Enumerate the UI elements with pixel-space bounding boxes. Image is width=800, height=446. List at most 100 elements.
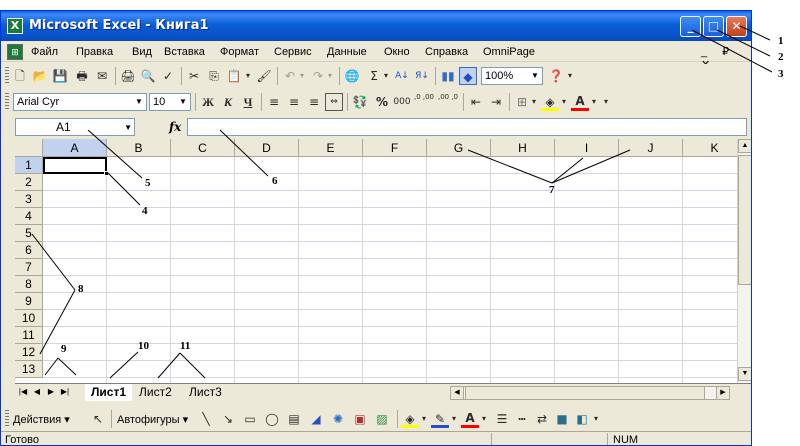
- chevron-down-icon[interactable]: ▼: [177, 95, 189, 109]
- workbook-icon[interactable]: ⊞: [7, 44, 23, 60]
- redo-dropdown-icon[interactable]: ▾: [325, 67, 335, 85]
- row-header[interactable]: 2: [15, 174, 43, 191]
- autoshapes-menu[interactable]: Автофигуры ▾: [117, 413, 188, 426]
- font-color-icon[interactable]: A: [461, 410, 479, 428]
- last-sheet-icon[interactable]: ▶|: [59, 387, 71, 396]
- column-header[interactable]: G: [427, 139, 491, 157]
- wordart-icon[interactable]: ◢: [307, 410, 325, 428]
- save-icon[interactable]: 💾: [51, 67, 69, 85]
- help-icon[interactable]: ❓: [547, 67, 565, 85]
- name-box[interactable]: A1 ▼: [15, 118, 135, 136]
- font-name-select[interactable]: Arial Cyr ▼: [13, 93, 147, 111]
- sheet-tab-3[interactable]: Лист3: [183, 384, 228, 401]
- row-header[interactable]: 13: [15, 361, 43, 378]
- merge-center-icon[interactable]: ⇔: [325, 93, 343, 111]
- row-header[interactable]: 8: [15, 276, 43, 293]
- print-preview-icon[interactable]: 🔍: [139, 67, 157, 85]
- column-header[interactable]: E: [299, 139, 363, 157]
- drawing-icon[interactable]: ◆: [459, 67, 477, 85]
- row-header[interactable]: 3: [15, 191, 43, 208]
- row-header[interactable]: 1: [15, 157, 43, 174]
- align-right-icon[interactable]: ≡: [305, 93, 323, 111]
- title-bar[interactable]: X Microsoft Excel - Книга1 _ □ ✕: [1, 11, 751, 41]
- font-color-dropdown-icon[interactable]: ▾: [479, 410, 489, 428]
- excel-app-icon[interactable]: X: [7, 18, 23, 34]
- permission-icon[interactable]: 🖶: [73, 67, 91, 85]
- active-cell[interactable]: [43, 157, 107, 174]
- thousands-button[interactable]: 000: [393, 93, 411, 111]
- insert-function-icon[interactable]: fx: [169, 120, 181, 134]
- dash-style-icon[interactable]: ┅: [513, 410, 531, 428]
- chevron-down-icon[interactable]: ▼: [529, 69, 541, 83]
- menu-window[interactable]: Окно: [384, 46, 410, 58]
- line-color-icon[interactable]: ✎: [431, 410, 449, 428]
- arrow-icon[interactable]: ↘: [219, 410, 237, 428]
- bold-button[interactable]: Ж: [199, 93, 217, 111]
- horizontal-scroll-thumb[interactable]: [465, 387, 705, 399]
- menu-insert[interactable]: Вставка: [164, 46, 205, 58]
- column-header[interactable]: F: [363, 139, 427, 157]
- column-header[interactable]: I: [555, 139, 619, 157]
- horizontal-scrollbar[interactable]: ◀ ▶: [450, 386, 730, 400]
- maximize-button[interactable]: □: [703, 16, 724, 37]
- row-header[interactable]: 10: [15, 310, 43, 327]
- row-header[interactable]: 5: [15, 225, 43, 242]
- sort-descending-icon[interactable]: Я↓: [413, 67, 431, 85]
- column-header[interactable]: K: [683, 139, 737, 157]
- cut-icon[interactable]: ✂: [185, 67, 203, 85]
- menu-format[interactable]: Формат: [220, 46, 259, 58]
- sort-ascending-icon[interactable]: А↓: [393, 67, 411, 85]
- scroll-left-icon[interactable]: ◀: [450, 386, 464, 400]
- toolbar-grip[interactable]: [5, 93, 9, 111]
- menu-file[interactable]: Файл: [31, 46, 58, 58]
- row-header[interactable]: 6: [15, 242, 43, 259]
- line-style-icon[interactable]: ☰: [493, 410, 511, 428]
- prev-sheet-icon[interactable]: ◀: [31, 387, 43, 396]
- toolbar-options-icon[interactable]: ▾: [591, 410, 601, 428]
- next-sheet-icon[interactable]: ▶: [45, 387, 57, 396]
- clipart-icon[interactable]: ▣: [351, 410, 369, 428]
- fill-handle[interactable]: [104, 171, 109, 176]
- borders-dropdown-icon[interactable]: ▾: [529, 93, 539, 111]
- shadow-style-icon[interactable]: ■: [553, 410, 571, 428]
- menu-omnipage[interactable]: OmniPage: [483, 46, 535, 58]
- copy-icon[interactable]: ⎘: [205, 67, 223, 85]
- row-header[interactable]: 12: [15, 344, 43, 361]
- menu-edit[interactable]: Правка: [76, 46, 113, 58]
- font-color-dropdown-icon[interactable]: ▾: [589, 93, 599, 111]
- fill-color-icon[interactable]: ◈: [401, 410, 419, 428]
- draw-actions-menu[interactable]: Действия ▾: [13, 413, 70, 426]
- decrease-decimal-button[interactable]: ,00 ‚0: [437, 93, 459, 111]
- vertical-scrollbar[interactable]: ▲ ▼: [737, 139, 751, 383]
- row-header[interactable]: 11: [15, 327, 43, 344]
- hyperlink-icon[interactable]: 🌐: [343, 67, 361, 85]
- decrease-indent-icon[interactable]: ⇤: [467, 93, 485, 111]
- autosum-dropdown-icon[interactable]: ▾: [381, 67, 391, 85]
- align-left-icon[interactable]: ≡: [265, 93, 283, 111]
- menu-help[interactable]: Справка: [425, 46, 468, 58]
- text-box-icon[interactable]: ▤: [285, 410, 303, 428]
- first-sheet-icon[interactable]: |◀: [17, 387, 29, 396]
- column-header[interactable]: A: [43, 139, 107, 157]
- select-all-corner[interactable]: [15, 139, 43, 157]
- line-icon[interactable]: ╲: [197, 410, 215, 428]
- fill-color-icon[interactable]: ◈: [541, 93, 559, 111]
- email-icon[interactable]: ✉: [93, 67, 111, 85]
- close-button[interactable]: ✕: [726, 16, 747, 37]
- picture-icon[interactable]: ▨: [373, 410, 391, 428]
- chart-wizard-icon[interactable]: ▮▮: [439, 67, 457, 85]
- 3d-style-icon[interactable]: ◧: [573, 410, 591, 428]
- underline-button[interactable]: Ч: [239, 93, 257, 111]
- column-header[interactable]: H: [491, 139, 555, 157]
- column-header[interactable]: C: [171, 139, 235, 157]
- increase-decimal-button[interactable]: ‚0 ,00: [413, 93, 435, 111]
- currency-icon[interactable]: 💱: [351, 93, 369, 111]
- italic-button[interactable]: К: [219, 93, 237, 111]
- scroll-right-icon[interactable]: ▶: [716, 386, 730, 400]
- column-header[interactable]: J: [619, 139, 683, 157]
- chevron-down-icon[interactable]: ▼: [124, 120, 132, 136]
- row-header[interactable]: 4: [15, 208, 43, 225]
- spelling-icon[interactable]: ✓: [159, 67, 177, 85]
- toolbar-grip[interactable]: [5, 410, 9, 428]
- align-center-icon[interactable]: ≡: [285, 93, 303, 111]
